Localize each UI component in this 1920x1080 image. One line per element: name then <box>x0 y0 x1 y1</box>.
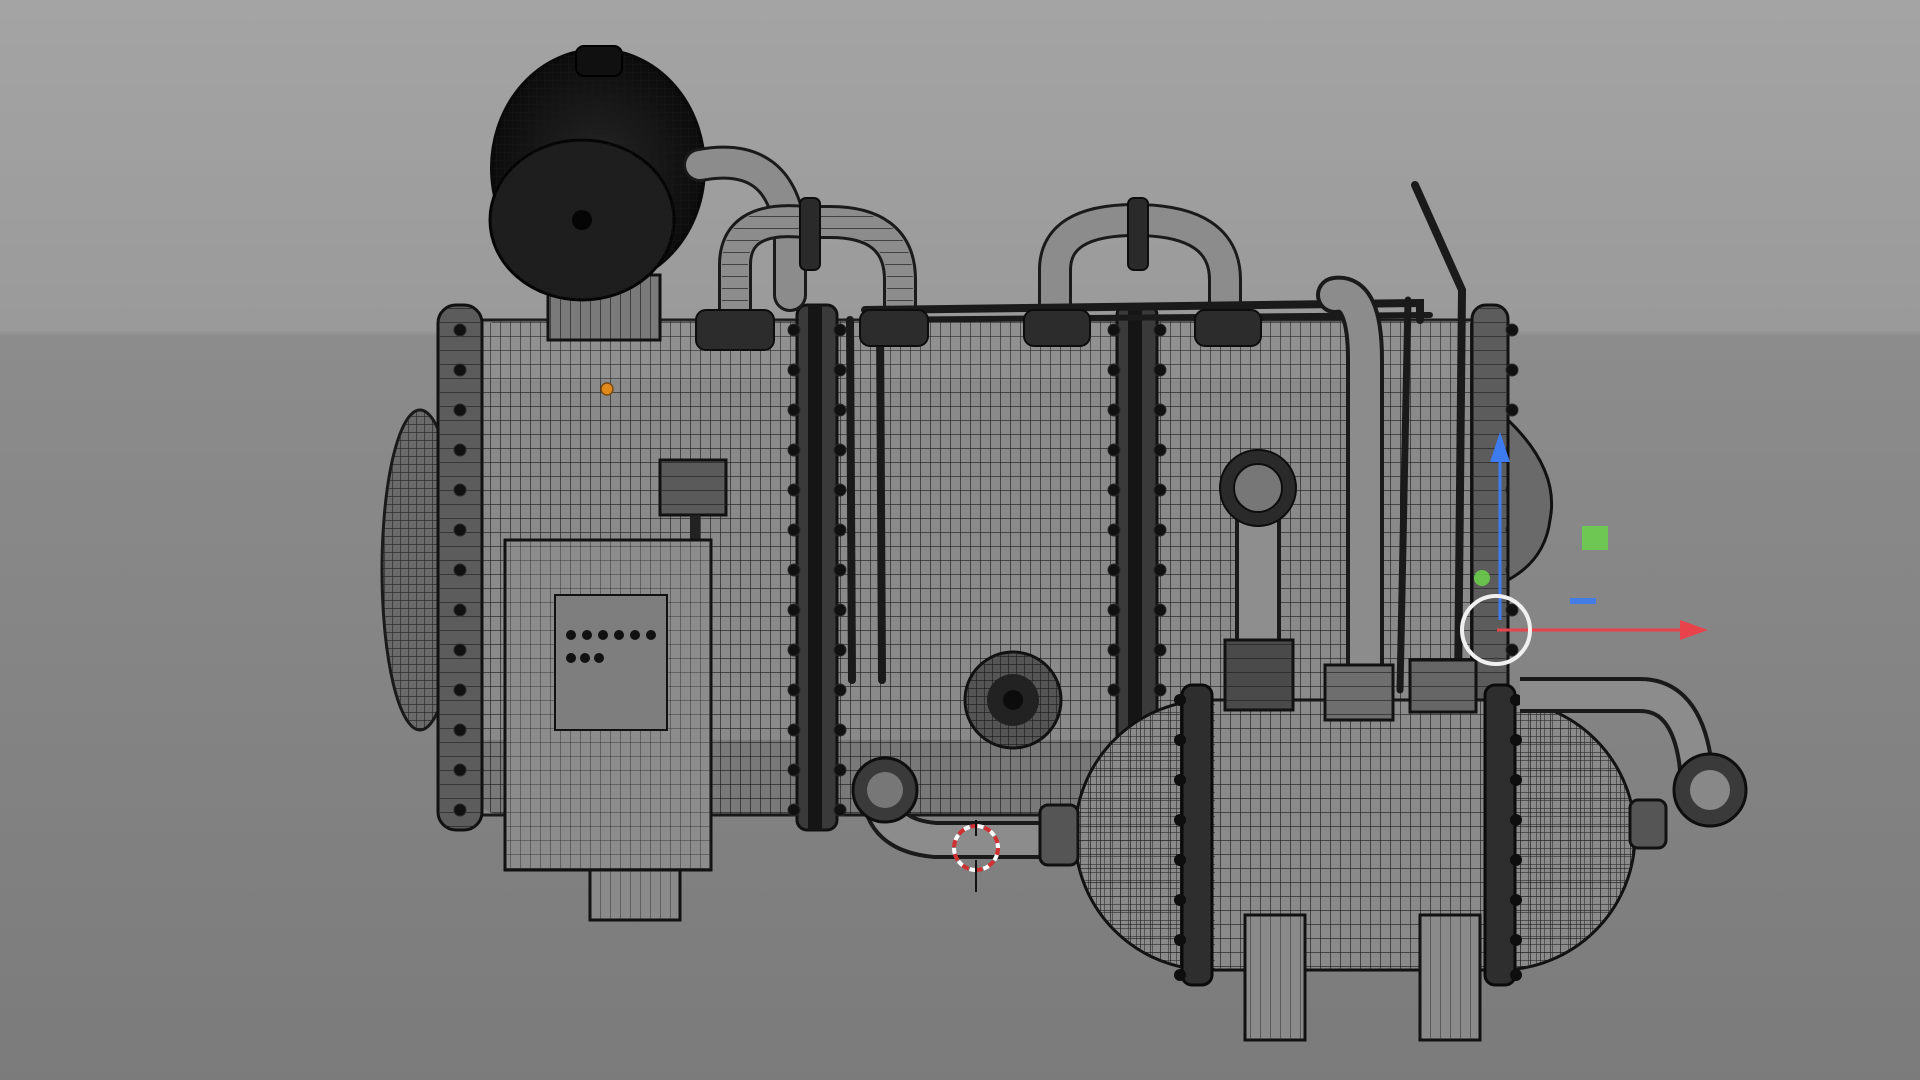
gizmo-xy-plane-handle[interactable] <box>1570 598 1596 604</box>
origin-dot-icon[interactable] <box>600 382 614 396</box>
scene-canvas[interactable] <box>0 0 1920 1080</box>
transform-gizmo[interactable] <box>1460 432 1708 666</box>
gizmo-y-handle[interactable] <box>1474 570 1490 586</box>
gizmo-x-arrow-icon[interactable] <box>1680 620 1708 640</box>
main-vessel-flange-mid-1 <box>795 303 839 832</box>
main-vessel-flange-right <box>1470 303 1510 707</box>
gizmo-xz-plane-handle[interactable] <box>1582 526 1608 550</box>
top-sphere-tank[interactable] <box>488 45 706 342</box>
3d-viewport[interactable] <box>0 0 1920 1080</box>
manhole-cover <box>963 650 1063 750</box>
